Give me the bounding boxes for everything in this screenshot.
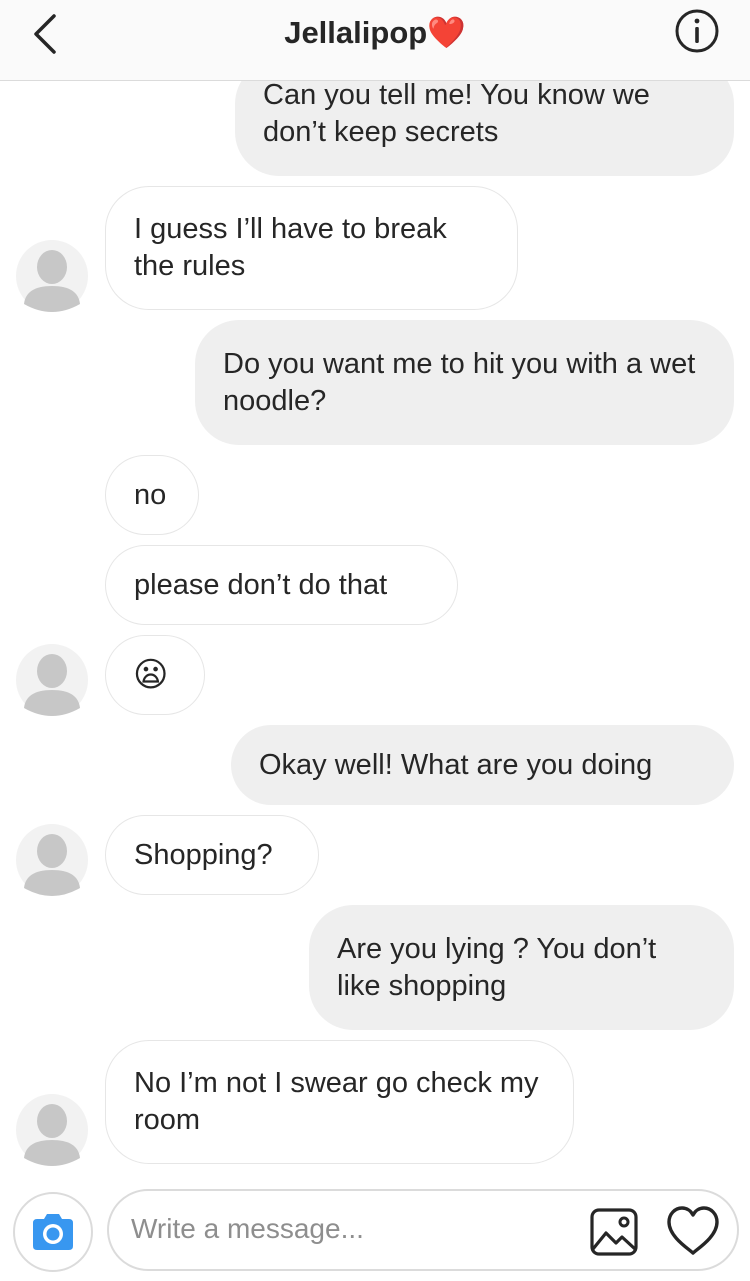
heart-icon — [667, 1206, 719, 1255]
message-sent[interactable]: Okay well! What are you doing — [231, 725, 734, 805]
message-sent[interactable]: Are you lying ? You don’t like shopping — [309, 905, 734, 1030]
message-text: No I’m not I swear go check my room — [134, 1067, 539, 1136]
avatar[interactable] — [16, 644, 88, 716]
avatar[interactable] — [16, 824, 88, 896]
info-button[interactable] — [674, 8, 720, 54]
conversation-title[interactable]: Jellalipop❤️ — [0, 14, 750, 51]
message-received[interactable]: I guess I’ll have to break the rules — [105, 186, 518, 310]
gallery-button[interactable] — [589, 1207, 639, 1257]
message-received[interactable]: No I’m not I swear go check my room — [105, 1040, 574, 1164]
message-received[interactable]: please don’t do that — [105, 545, 458, 625]
avatar[interactable] — [16, 240, 88, 312]
heart-emoji: ❤️ — [427, 15, 466, 50]
message-input[interactable]: Write a message... — [131, 1213, 364, 1245]
message-received[interactable]: Shopping? — [105, 815, 319, 895]
avatar-placeholder-icon — [16, 824, 88, 896]
message-text: Can you tell me! You know we don’t keep … — [263, 79, 650, 148]
chat-header: Jellalipop❤️ — [0, 0, 750, 81]
message-received[interactable]: 😦 — [105, 635, 205, 715]
avatar-placeholder-icon — [16, 644, 88, 716]
avatar[interactable] — [16, 1094, 88, 1166]
message-composer: Write a message... — [107, 1189, 739, 1271]
message-emoji: 😦 — [133, 655, 169, 694]
info-icon — [675, 9, 719, 53]
message-text: Do you want me to hit you with a wet noo… — [223, 347, 696, 417]
camera-icon — [13, 1192, 93, 1272]
contact-name: Jellalipop — [284, 15, 428, 50]
camera-button[interactable] — [13, 1192, 93, 1272]
message-text: Are you lying ? You don’t like shopping — [337, 932, 657, 1002]
image-icon — [590, 1208, 638, 1256]
avatar-placeholder-icon — [16, 240, 88, 312]
message-text: no — [134, 478, 167, 511]
message-text: please don’t do that — [134, 568, 388, 601]
message-text: Okay well! What are you doing — [259, 748, 653, 781]
like-button[interactable] — [665, 1205, 721, 1257]
message-text: I guess I’ll have to break the rules — [134, 213, 447, 282]
message-text: Shopping? — [134, 838, 273, 871]
message-sent[interactable]: Do you want me to hit you with a wet noo… — [195, 320, 734, 445]
avatar-placeholder-icon — [16, 1094, 88, 1166]
message-received[interactable]: no — [105, 455, 199, 535]
